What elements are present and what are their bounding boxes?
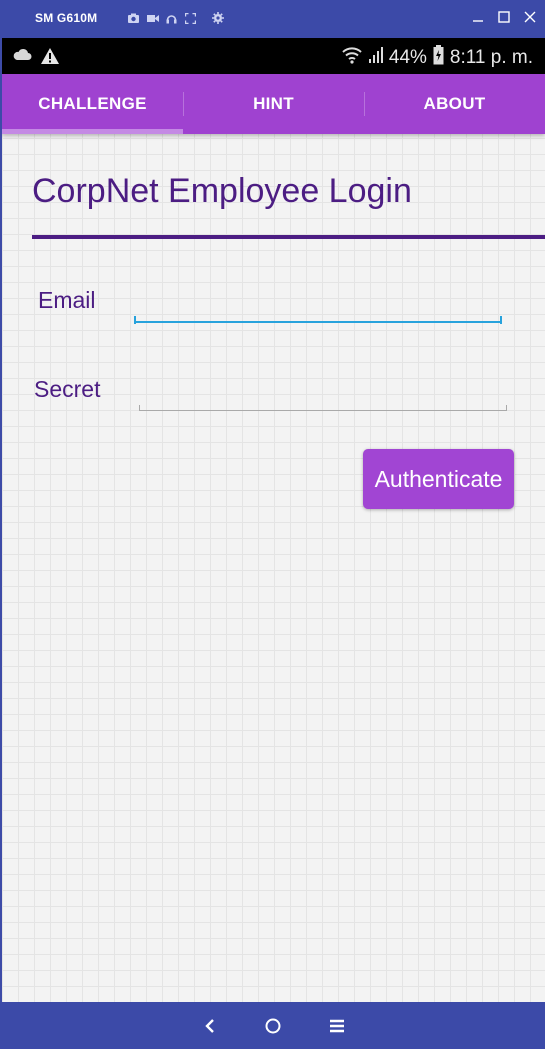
secret-field-edge — [139, 405, 140, 411]
back-icon[interactable] — [198, 1014, 222, 1038]
camera-icon[interactable] — [128, 11, 139, 23]
email-field-edge — [500, 316, 502, 324]
close-icon[interactable] — [523, 8, 537, 26]
notification-icons — [12, 47, 60, 70]
warning-icon — [40, 47, 60, 70]
secret-field-edge — [506, 405, 507, 411]
secret-label: Secret — [34, 376, 101, 402]
settings-icon[interactable] — [212, 11, 224, 24]
minimize-icon[interactable] — [471, 8, 485, 26]
email-field-edge — [134, 316, 136, 324]
fullscreen-icon[interactable] — [184, 11, 197, 25]
signal-icon — [368, 46, 383, 70]
battery-icon — [433, 45, 444, 71]
tab-challenge[interactable]: CHALLENGE — [2, 74, 183, 134]
app-screen: CHALLENGE HINT ABOUT CorpNet Employee Lo… — [2, 74, 545, 1002]
title-divider — [32, 235, 545, 239]
status-bar: 44% 8:11 p. m. — [2, 38, 545, 74]
email-field[interactable] — [134, 289, 502, 323]
headphones-icon[interactable] — [166, 11, 177, 24]
secret-field[interactable] — [139, 377, 507, 411]
clock: 8:11 p. m. — [449, 47, 533, 68]
authenticate-button[interactable]: Authenticate — [363, 449, 514, 509]
page-title: CorpNet Employee Login — [32, 172, 412, 210]
cloud-icon — [12, 47, 32, 70]
emulator-toolbar — [128, 11, 224, 25]
tab-hint[interactable]: HINT — [183, 74, 364, 134]
device-name: SM G610M — [35, 11, 98, 25]
navigation-bar — [0, 1002, 545, 1049]
window-controls — [471, 8, 537, 26]
recents-icon[interactable] — [325, 1014, 349, 1038]
emulator-window-bar: SM G610M — [0, 0, 545, 38]
maximize-icon[interactable] — [497, 8, 511, 26]
battery-percent: 44% — [388, 47, 427, 68]
selected-tab-indicator — [2, 129, 183, 134]
home-icon[interactable] — [261, 1014, 285, 1038]
wifi-icon — [341, 46, 363, 70]
email-label: Email — [38, 287, 96, 313]
system-indicators: 44% 8:11 p. m. — [341, 45, 533, 71]
video-icon[interactable] — [147, 11, 159, 22]
tab-bar: CHALLENGE HINT ABOUT — [2, 74, 545, 134]
tab-about[interactable]: ABOUT — [364, 74, 545, 134]
